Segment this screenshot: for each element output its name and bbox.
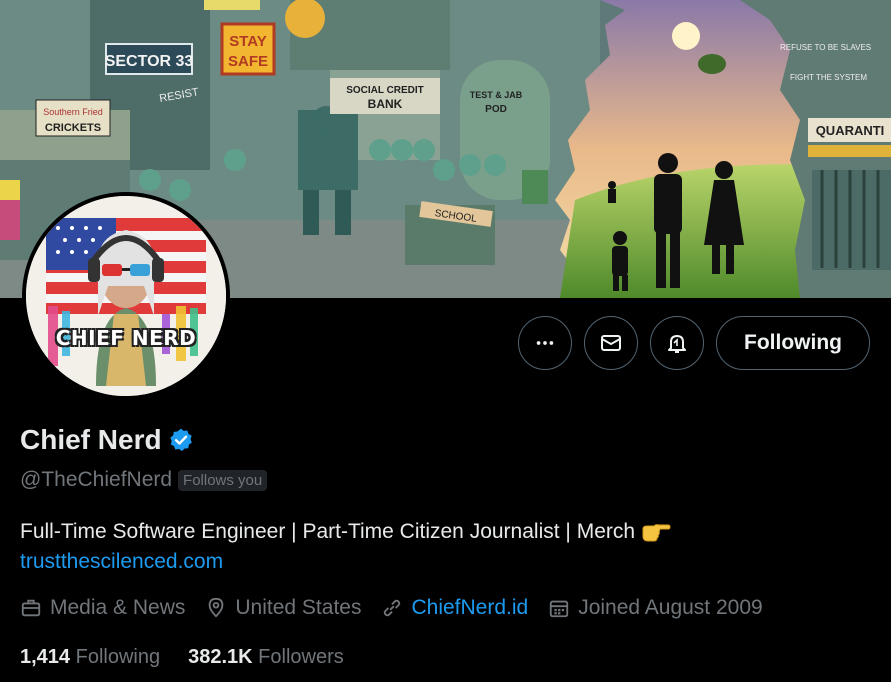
meta-website-link[interactable]: ChiefNerd.id	[411, 596, 528, 620]
svg-text:QUARANTI: QUARANTI	[816, 123, 885, 138]
meta-category-text: Media & News	[50, 596, 186, 619]
bio-text: Full-Time Software Engineer | Part-Time …	[20, 520, 636, 543]
profile-handle: @TheChiefNerd	[20, 468, 173, 491]
svg-text:BANK: BANK	[368, 97, 403, 111]
message-button[interactable]	[584, 316, 638, 370]
meta-location-text: United States	[235, 596, 362, 619]
profile-name-row: Chief Nerd	[20, 424, 194, 456]
profile-avatar[interactable]: CHIEF NERD	[22, 192, 230, 400]
bell-icon	[668, 335, 686, 353]
followers-count: 382.1K	[188, 646, 253, 668]
meta-location: United States	[205, 596, 361, 620]
briefcase-icon	[21, 599, 41, 617]
profile-handle-row: @TheChiefNerd Follows you	[20, 468, 268, 492]
followers-label: Followers	[258, 646, 344, 668]
pointing-hand-emoji	[642, 524, 671, 542]
profile-stats: 1,414 Following 382.1K Followers	[20, 646, 372, 669]
profile-meta: Media & News United States ChiefNerd.id …	[20, 596, 783, 620]
avatar-image: CHIEF NERD	[26, 196, 226, 396]
profile-name: Chief Nerd	[20, 424, 162, 455]
follows-you-badge: Follows you	[178, 469, 268, 491]
svg-text:FIGHT THE SYSTEM: FIGHT THE SYSTEM	[790, 73, 867, 82]
meta-website[interactable]: ChiefNerd.id	[381, 596, 528, 620]
calendar-icon	[550, 600, 569, 618]
following-stat[interactable]: 1,414 Following	[20, 646, 160, 669]
svg-text:CRICKETS: CRICKETS	[45, 122, 101, 134]
more-button[interactable]	[518, 316, 572, 370]
more-icon	[536, 341, 554, 345]
followers-stat[interactable]: 382.1K Followers	[188, 646, 344, 669]
following-button[interactable]: Following	[716, 316, 870, 370]
mail-icon	[601, 335, 621, 351]
svg-text:SAFE: SAFE	[228, 53, 268, 70]
verified-badge-icon[interactable]	[168, 427, 194, 453]
sign-sector: SECTOR 33	[105, 53, 194, 70]
svg-text:STAY: STAY	[229, 33, 267, 50]
following-label: Following	[75, 646, 161, 668]
meta-joined-text: Joined August 2009	[578, 596, 763, 619]
meta-joined: Joined August 2009	[548, 596, 763, 620]
link-icon	[384, 599, 401, 617]
svg-text:Southern Fried: Southern Fried	[43, 107, 103, 117]
svg-text:SOCIAL CREDIT: SOCIAL CREDIT	[346, 85, 424, 96]
location-pin-icon	[209, 597, 224, 618]
profile-bio: Full-Time Software Engineer | Part-Time …	[20, 520, 671, 544]
svg-text:REFUSE TO BE SLAVES: REFUSE TO BE SLAVES	[780, 43, 871, 52]
following-count: 1,414	[20, 646, 71, 668]
avatar-label: CHIEF NERD	[55, 326, 197, 350]
bio-link[interactable]: trustthescilenced.com	[20, 550, 223, 574]
svg-text:TEST & JAB: TEST & JAB	[470, 90, 523, 100]
svg-text:POD: POD	[485, 104, 507, 115]
meta-category: Media & News	[20, 596, 185, 620]
notifications-button[interactable]	[650, 316, 704, 370]
